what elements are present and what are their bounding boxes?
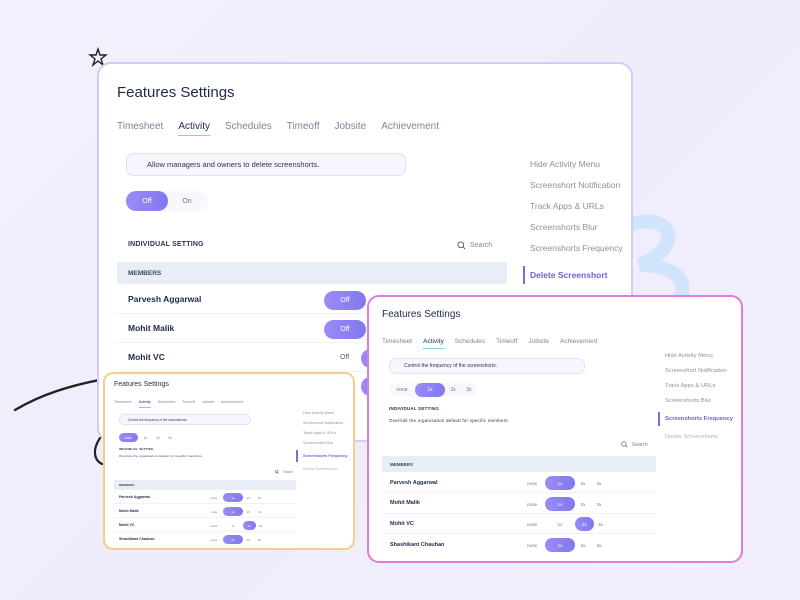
toggle-on-option[interactable]: On xyxy=(168,191,206,211)
search-label: Search xyxy=(470,242,493,249)
individual-setting-description: Override the organisation default for sp… xyxy=(389,418,508,423)
tab-activity[interactable]: Activity xyxy=(423,338,444,349)
tab-jobsite[interactable]: Jobsite xyxy=(335,121,367,132)
member-frequency-selector: none 1x 2x 3x xyxy=(519,497,607,511)
member-toggle-off[interactable]: Off xyxy=(340,354,349,361)
page-title: Features Settings xyxy=(114,381,169,388)
tab-achievement[interactable]: Achievement xyxy=(221,400,243,404)
member-toggle-off[interactable]: Off xyxy=(324,320,366,339)
frequency-option-2x[interactable]: 2x xyxy=(445,383,461,397)
tab-achievement[interactable]: Achievement xyxy=(381,121,439,132)
sidenav-item-delete-screenshots[interactable]: Delete Screenshorts xyxy=(665,434,733,440)
tab-timeoff[interactable]: Timeoff xyxy=(182,400,194,404)
settings-panel-small: Features Settings Timesheet Activity Sch… xyxy=(103,372,355,550)
sidenav-item-screenshot-notification[interactable]: Screenshort Notification xyxy=(665,368,733,374)
delete-screenshot-toggle: Off On xyxy=(126,191,208,211)
individual-setting-label: INDIVIDUAL SETTING xyxy=(389,406,440,411)
setting-description: Allow managers and owners to delete scre… xyxy=(126,153,406,176)
feature-sidenav: Hide Activity Menu Screenshort Notificat… xyxy=(658,353,733,440)
sidenav-item-track-apps[interactable]: Track Apps & URLs xyxy=(530,201,623,211)
setting-description-text: Allow managers and owners to delete scre… xyxy=(147,160,320,169)
tab-timeoff[interactable]: Timeoff xyxy=(496,338,517,345)
tab-timesheet[interactable]: Timesheet xyxy=(114,400,132,404)
sidenav-item-screenshots-frequency[interactable]: Screenshorts Frequency xyxy=(530,243,623,253)
member-frequency-selector: none 1x 2x 3x xyxy=(205,521,265,530)
tab-jobsite[interactable]: Jobsite xyxy=(528,338,549,345)
sidenav-item-hide-activity-menu[interactable]: Hide Activity Menu xyxy=(303,411,348,415)
sidenav-item-screenshots-blur[interactable]: Screenshorts Blur xyxy=(303,441,348,445)
individual-setting-label: INDIVIDUAL SETTING xyxy=(119,447,154,451)
tab-timeoff[interactable]: Timeoff xyxy=(287,121,320,132)
tab-activity[interactable]: Activity xyxy=(178,121,210,136)
frequency-option-1x[interactable]: 1x xyxy=(138,433,152,442)
member-frequency-selector: none 1x 2x 3x xyxy=(519,476,607,490)
tab-bar: Timesheet Activity Schedules Timeoff Job… xyxy=(117,121,439,136)
frequency-option-1x[interactable]: 1x xyxy=(415,383,445,397)
member-search[interactable]: Search xyxy=(457,241,492,250)
tab-schedules[interactable]: Schedules xyxy=(158,400,176,404)
tab-activity[interactable]: Activity xyxy=(138,400,151,408)
curve-doodle xyxy=(13,376,110,466)
tab-timesheet[interactable]: Timesheet xyxy=(117,121,163,132)
tab-schedules[interactable]: Schedules xyxy=(225,121,272,132)
setting-description: Control the frequency of the screenshort… xyxy=(389,358,585,374)
tab-schedules[interactable]: Schedules xyxy=(455,338,485,345)
individual-setting-description: Override the organisation default for sp… xyxy=(119,454,202,458)
sidenav-item-hide-activity-menu[interactable]: Hide Activity Menu xyxy=(530,159,623,169)
sidenav-item-screenshot-notification[interactable]: Screenshort Notification xyxy=(303,421,348,425)
tab-achievement[interactable]: Achievement xyxy=(560,338,598,345)
search-icon xyxy=(457,241,466,250)
member-frequency-selector: none 1x 2x 3x xyxy=(519,538,607,552)
setting-description: Control the frequency of the screenshort… xyxy=(119,414,251,425)
tab-bar: Timesheet Activity Schedules Timeoff Job… xyxy=(114,400,243,408)
toggle-off-option[interactable]: Off xyxy=(126,191,168,211)
member-name: Parvesh Aggarwal xyxy=(128,294,202,304)
frequency-option-3x[interactable]: 3x xyxy=(164,433,176,442)
frequency-selector: none 1x 2x 3x xyxy=(389,383,477,397)
frequency-option-none[interactable]: none xyxy=(119,433,138,442)
frequency-option-3x[interactable]: 3x xyxy=(461,383,477,397)
search-icon xyxy=(275,470,279,474)
frequency-option-2x[interactable]: 2x xyxy=(152,433,164,442)
member-search[interactable]: Search xyxy=(275,470,293,474)
sidenav-item-screenshots-blur[interactable]: Screenshorts Blur xyxy=(530,222,623,232)
sidenav-item-screenshots-frequency[interactable]: Screenshorts Frequency xyxy=(658,412,733,426)
sidenav-item-track-apps[interactable]: Track Apps & URLs xyxy=(303,431,348,435)
member-toggle-off[interactable]: Off xyxy=(324,291,366,310)
member-name: Mohit Malik xyxy=(128,323,175,333)
sidenav-item-screenshots-frequency[interactable]: Screenshorts Frequency xyxy=(296,450,348,462)
members-header: MEMBERS xyxy=(114,480,296,490)
member-search[interactable]: Search xyxy=(621,441,648,448)
tab-jobsite[interactable]: Jobsite xyxy=(202,400,214,404)
sidenav-item-track-apps[interactable]: Track Apps & URLs xyxy=(665,383,733,389)
tab-timesheet[interactable]: Timesheet xyxy=(382,338,412,345)
feature-sidenav: Hide Activity Menu Screenshort Notificat… xyxy=(296,411,348,471)
members-header: MEMBERS xyxy=(117,262,507,284)
member-frequency-selector: none 1x 2x 3x xyxy=(205,535,265,544)
member-frequency-selector: none 1x 2x 3x xyxy=(519,517,607,531)
search-icon xyxy=(621,441,628,448)
frequency-selector: none 1x 2x 3x xyxy=(119,433,176,442)
page-title: Features Settings xyxy=(382,309,461,320)
settings-panel-screenshot-frequency: Features Settings Timesheet Activity Sch… xyxy=(367,295,743,563)
individual-setting-label: INDIVIDUAL SETTING xyxy=(128,241,204,248)
sidenav-item-delete-screenshots[interactable]: Delete Screenshorts xyxy=(303,467,348,471)
page-title: Features Settings xyxy=(117,84,235,101)
feature-sidenav: Hide Activity Menu Screenshort Notificat… xyxy=(523,159,623,284)
member-frequency-selector: none 1x 2x 3x xyxy=(205,507,265,516)
tab-bar: Timesheet Activity Schedules Timeoff Job… xyxy=(382,338,598,349)
frequency-option-none[interactable]: none xyxy=(389,383,415,397)
member-name: Mohit VC xyxy=(128,352,165,362)
members-header: MEMBERS xyxy=(382,456,656,472)
sidenav-item-delete-screenshot[interactable]: Delete Screenshort xyxy=(523,266,623,284)
sidenav-item-hide-activity-menu[interactable]: Hide Activity Menu xyxy=(665,353,733,359)
sidenav-item-screenshots-blur[interactable]: Screenshorts Blur xyxy=(665,398,733,404)
sidenav-item-screenshot-notification[interactable]: Screenshort Notification xyxy=(530,180,623,190)
member-frequency-selector: none 1x 2x 3x xyxy=(205,493,265,502)
